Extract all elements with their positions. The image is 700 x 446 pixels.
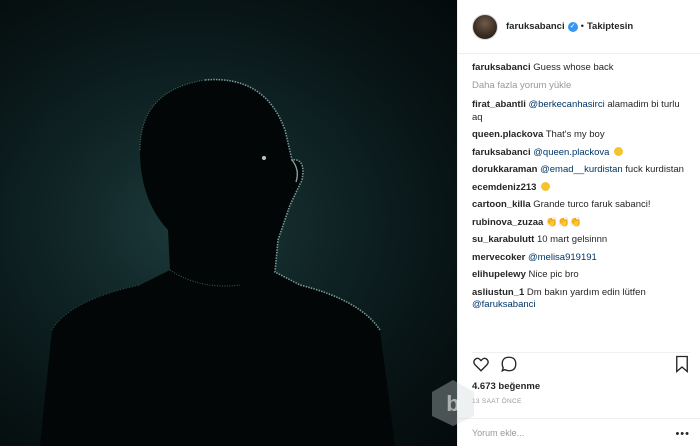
comment-mention[interactable]: @faruksabanci xyxy=(472,299,536,310)
comment-text: Grande turco faruk sabanci! xyxy=(533,199,651,210)
post-timestamp: 13 SAAT ÖNCE xyxy=(472,398,522,405)
comments-list: faruksabanci Guess whose back Daha fazla… xyxy=(472,62,692,317)
comment-text: fuck kurdistan xyxy=(622,164,684,175)
svg-text:b: b xyxy=(446,391,459,416)
post-photo[interactable] xyxy=(0,0,457,446)
comment-username[interactable]: ecemdeniz213 xyxy=(472,182,536,193)
comment-username[interactable]: rubinova_zuzaa xyxy=(472,217,543,228)
bookmark-icon[interactable] xyxy=(674,355,690,373)
comment-text: Guess whose back xyxy=(533,62,614,73)
load-more-comments[interactable]: Daha fazla yorum yükle xyxy=(472,80,692,93)
follow-status-button[interactable]: Takiptesin xyxy=(587,21,633,32)
more-options-icon[interactable]: ••• xyxy=(675,428,690,440)
comment-text: 👏👏👏 xyxy=(545,216,582,228)
heart-icon[interactable] xyxy=(472,355,490,373)
silhouette-illustration xyxy=(40,78,395,446)
separator-dot: • xyxy=(580,21,584,32)
caption: faruksabanci Guess whose back xyxy=(472,62,692,75)
comment-bubble-icon[interactable] xyxy=(500,355,518,373)
comment-mention[interactable]: @queen.plackova xyxy=(533,147,609,158)
comment-username[interactable]: faruksabanci xyxy=(472,147,531,158)
comment-username[interactable]: asliustun_1 xyxy=(472,287,524,298)
verified-badge-icon: ✓ xyxy=(567,21,578,32)
comment-item: dorukkaraman @emad__kurdistan fuck kurdi… xyxy=(472,164,692,177)
comment-item: elihupelewy Nice pic bro xyxy=(472,269,692,282)
comment-item: cartoon_killa Grande turco faruk sabanci… xyxy=(472,199,692,212)
comment-username[interactable]: queen.plackova xyxy=(472,129,543,140)
comment-item: faruksabanci @queen.plackova xyxy=(472,146,692,160)
post-header: faruksabanci ✓ • Takiptesin xyxy=(458,0,700,54)
comment-item: rubinova_zuzaa 👏👏👏 xyxy=(472,217,692,230)
comment-item: ecemdeniz213 xyxy=(472,181,692,195)
comment-mention[interactable]: @berkecanhasirci xyxy=(529,99,605,110)
action-bar xyxy=(472,352,690,374)
comment-username[interactable]: mervecoker xyxy=(472,252,525,263)
hug-emoji-icon xyxy=(541,181,551,191)
comment-username[interactable]: dorukkaraman xyxy=(472,164,537,175)
comment-username[interactable]: elihupelewy xyxy=(472,269,526,280)
comment-item: su_karabulutt 10 mart gelsinnn xyxy=(472,234,692,247)
likes-count[interactable]: 4.673 beğenme xyxy=(472,381,540,392)
post-sidebar: faruksabanci ✓ • Takiptesin faruksabanci… xyxy=(457,0,700,446)
comment-username[interactable]: firat_abantli xyxy=(472,99,526,110)
comment-text: 10 mart gelsinnn xyxy=(536,234,608,245)
header-username[interactable]: faruksabanci xyxy=(506,21,565,32)
comment-mention[interactable]: @melisa919191 xyxy=(528,252,597,263)
comment-item: mervecoker @melisa919191 xyxy=(472,252,692,265)
watermark-logo-icon: b xyxy=(432,380,474,426)
comment-text: Nice pic bro xyxy=(528,269,579,280)
comment-username[interactable]: su_karabulutt xyxy=(472,234,534,245)
comment-mention[interactable]: @emad__kurdistan xyxy=(540,164,623,175)
comment-text: That's my boy xyxy=(545,129,605,140)
avatar[interactable] xyxy=(472,13,498,40)
instagram-post: faruksabanci ✓ • Takiptesin faruksabanci… xyxy=(0,0,700,446)
comment-username[interactable]: faruksabanci xyxy=(472,62,531,73)
comment-item: firat_abantli @berkecanhasirci alamadim … xyxy=(472,99,692,124)
comment-text: Dm bakın yardım edin lütfen xyxy=(526,286,646,298)
comment-item: queen.plackova That's my boy xyxy=(472,129,692,142)
comment-item: asliustun_1 Dm bakın yardım edin lütfen … xyxy=(472,287,692,312)
comment-username[interactable]: cartoon_killa xyxy=(472,199,531,210)
sunglasses-emoji-icon xyxy=(614,146,624,156)
comment-input[interactable]: Yorum ekle... xyxy=(458,418,700,446)
